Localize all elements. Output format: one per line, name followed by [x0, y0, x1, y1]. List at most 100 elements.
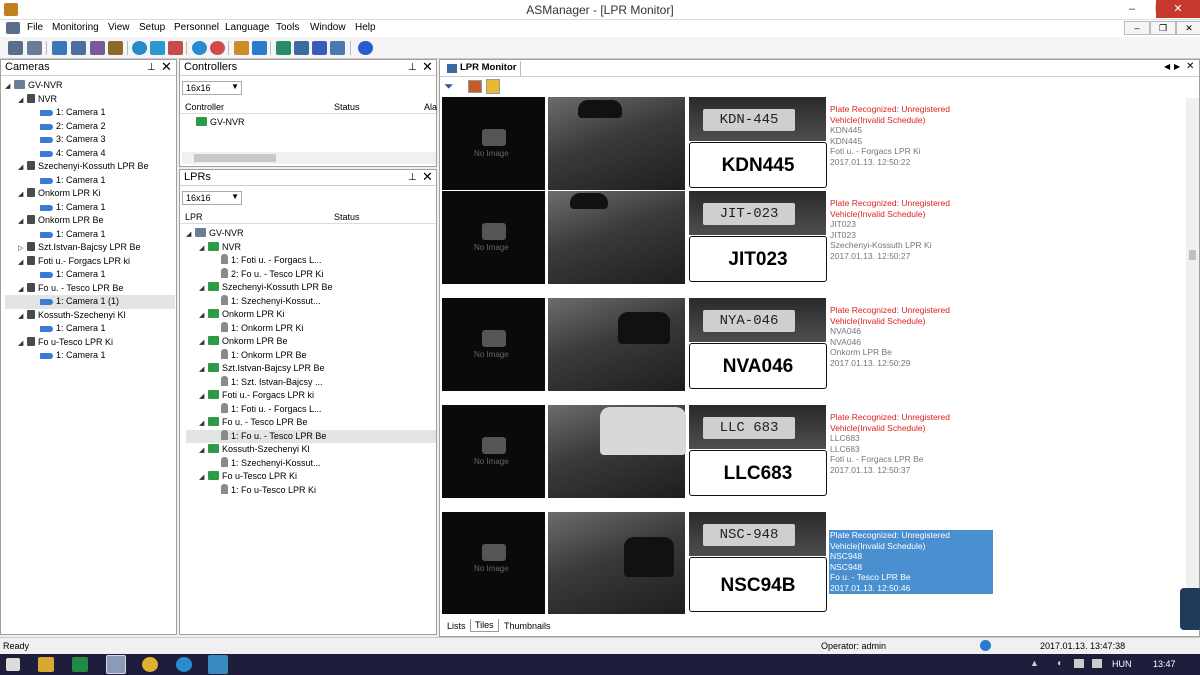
expander-icon[interactable]: ◢: [199, 417, 208, 430]
tree-item[interactable]: 1: Onkorm LPR Ki: [186, 321, 436, 336]
tree-item[interactable]: 1: Fo u-Tesco LPR Ki: [186, 483, 436, 498]
vehicle-snapshot[interactable]: [548, 512, 685, 614]
tree-item[interactable]: ◢ NVR: [186, 241, 436, 255]
column-status[interactable]: Status: [334, 212, 360, 222]
expander-icon[interactable]: ◢: [186, 228, 195, 241]
event-info[interactable]: Plate Recognized: Unregistered Vehicle(I…: [829, 104, 999, 168]
network-tray-icon[interactable]: [1074, 659, 1084, 668]
tree-item[interactable]: ◢ Foti u.- Forgacs LPR ki: [186, 389, 436, 403]
tree-item[interactable]: ◢ Fo u. - Tesco LPR Be: [5, 282, 175, 296]
tree-item[interactable]: 2: Fo u. - Tesco LPR Ki: [186, 267, 436, 282]
menu-language[interactable]: Language: [225, 22, 270, 33]
config-icon[interactable]: [90, 41, 105, 55]
horizontal-scrollbar[interactable]: [182, 152, 436, 164]
ie-icon[interactable]: [176, 657, 192, 672]
tree-item[interactable]: ◢ Onkorm LPR Ki: [5, 187, 175, 201]
menu-window[interactable]: Window: [310, 22, 346, 33]
tree-item[interactable]: 3: Camera 3: [5, 133, 175, 147]
logout-icon[interactable]: [27, 41, 42, 55]
document-icon[interactable]: [6, 22, 20, 34]
tree-item[interactable]: ◢ GV-NVR: [5, 79, 175, 93]
expander-icon[interactable]: ◢: [18, 215, 27, 228]
tree-item[interactable]: ◢ NVR: [5, 93, 175, 107]
pin-icon[interactable]: ⊥: [147, 62, 156, 73]
tree-item[interactable]: ◢ Fo u-Tesco LPR Ki: [186, 470, 436, 484]
event-info[interactable]: Plate Recognized: Unregistered Vehicle(I…: [829, 198, 999, 262]
vehicle-snapshot[interactable]: [548, 298, 685, 391]
tree-item[interactable]: ◢ Onkorm LPR Ki: [186, 308, 436, 322]
expander-icon[interactable]: ◢: [199, 242, 208, 255]
tab-scroll-right-icon[interactable]: ▶: [1174, 62, 1180, 71]
close-icon[interactable]: ✕: [161, 60, 172, 73]
menu-monitoring[interactable]: Monitoring: [52, 22, 99, 33]
lock-icon[interactable]: [486, 79, 500, 94]
tree-item[interactable]: ◢ Szt.Istvan-Bajcsy LPR Be: [186, 362, 436, 376]
plate-crop-image[interactable]: NYA-046: [689, 298, 826, 342]
tab-thumbnails[interactable]: Thumbnails: [504, 621, 551, 631]
tab-lpr-monitor[interactable]: LPR Monitor: [444, 61, 522, 76]
scrollbar-thumb[interactable]: [194, 154, 276, 162]
tree-item[interactable]: 1: Szechenyi-Kossut...: [186, 456, 436, 471]
event-info[interactable]: Plate Recognized: Unregistered Vehicle(I…: [829, 305, 999, 369]
expander-icon[interactable]: ◢: [5, 80, 14, 93]
menu-personnel[interactable]: Personnel: [174, 22, 219, 33]
camera-icon[interactable]: [330, 41, 345, 55]
tree-item[interactable]: 1: Foti u. - Forgacs L...: [186, 402, 436, 417]
expander-icon[interactable]: ◢: [199, 363, 208, 376]
tree-item[interactable]: ◢ Foti u.- Forgacs LPR ki: [5, 255, 175, 269]
expander-icon[interactable]: ◢: [18, 283, 27, 296]
close-window-button[interactable]: ✕: [1156, 0, 1200, 18]
plate-crop-image[interactable]: JIT-023: [689, 191, 826, 235]
tree-item[interactable]: 1: Fo u. - Tesco LPR Be: [186, 429, 436, 443]
menu-file[interactable]: File: [27, 22, 43, 33]
filter-icon[interactable]: ⏷: [444, 80, 457, 93]
vehicle-snapshot[interactable]: [548, 97, 685, 190]
expander-icon[interactable]: ◢: [199, 444, 208, 457]
mdi-minimize-button[interactable]: –: [1124, 21, 1150, 35]
device-icon[interactable]: [71, 41, 86, 55]
mdi-restore-button[interactable]: ❐: [1150, 21, 1176, 35]
tree-item[interactable]: 1: Szechenyi-Kossut...: [186, 294, 436, 309]
close-tab-icon[interactable]: ✕: [1186, 61, 1194, 72]
no-image-tile[interactable]: No Image: [442, 191, 545, 284]
expander-icon[interactable]: ◢: [18, 94, 27, 107]
tab-scroll-left-icon[interactable]: ◀: [1164, 62, 1170, 71]
vehicle-snapshot[interactable]: [548, 405, 686, 498]
person-icon[interactable]: [234, 41, 249, 55]
tree-item[interactable]: 1: Camera 1: [5, 106, 175, 120]
expander-icon[interactable]: ◢: [18, 188, 27, 201]
menu-tools[interactable]: Tools: [276, 22, 299, 33]
plate-crop-image[interactable]: KDN-445: [689, 97, 826, 141]
vehicle-snapshot[interactable]: [548, 191, 685, 284]
tree-item[interactable]: 1: Onkorm LPR Be: [186, 348, 436, 363]
image-settings-icon[interactable]: [468, 80, 482, 93]
tray-chevron-icon[interactable]: ▲: [1030, 658, 1039, 668]
tree-item[interactable]: ◢ Onkorm LPR Be: [5, 214, 175, 228]
tree-item[interactable]: ◢ Kossuth-Szechenyi Kl: [5, 309, 175, 323]
plate-crop-image[interactable]: NSC-948: [689, 512, 826, 556]
tree-item[interactable]: 1: Camera 1: [5, 201, 175, 215]
expander-icon[interactable]: ▷: [18, 242, 27, 255]
tree-item[interactable]: 1: Szt. Istvan-Bajcsy ...: [186, 375, 436, 390]
column-alarm[interactable]: Ala: [424, 102, 437, 112]
lprs-size-combo[interactable]: 16x16 ▼: [182, 191, 242, 205]
plate-crop-image[interactable]: LLC 683: [689, 405, 826, 449]
lpr-icon[interactable]: [276, 41, 291, 55]
target-icon[interactable]: [210, 41, 225, 55]
tree-item[interactable]: ◢ Szechenyi-Kossuth LPR Be: [5, 160, 175, 174]
tree-item[interactable]: ◢ Szechenyi-Kossuth LPR Be: [186, 281, 436, 295]
help-icon[interactable]: [358, 41, 373, 55]
column-controller[interactable]: Controller: [185, 102, 224, 112]
column-status[interactable]: Status: [334, 102, 360, 112]
tree-item[interactable]: ◢ Kossuth-Szechenyi Kl: [186, 443, 436, 457]
tree-item[interactable]: 1: Foti u. - Forgacs L...: [186, 254, 436, 268]
start-windows-icon[interactable]: [6, 658, 20, 671]
tree-item[interactable]: 4: Camera 4: [5, 147, 175, 161]
expander-icon[interactable]: ◢: [199, 390, 208, 403]
network-icon[interactable]: [52, 41, 67, 55]
no-image-tile[interactable]: No Image: [442, 405, 545, 498]
tree-item[interactable]: ◢ Fo u. - Tesco LPR Be: [186, 416, 436, 430]
chrome-icon[interactable]: [142, 657, 158, 672]
tree-item[interactable]: 1: Camera 1 (1): [5, 295, 175, 309]
event-info[interactable]: Plate Recognized: Unregistered Vehicle(I…: [829, 412, 999, 476]
